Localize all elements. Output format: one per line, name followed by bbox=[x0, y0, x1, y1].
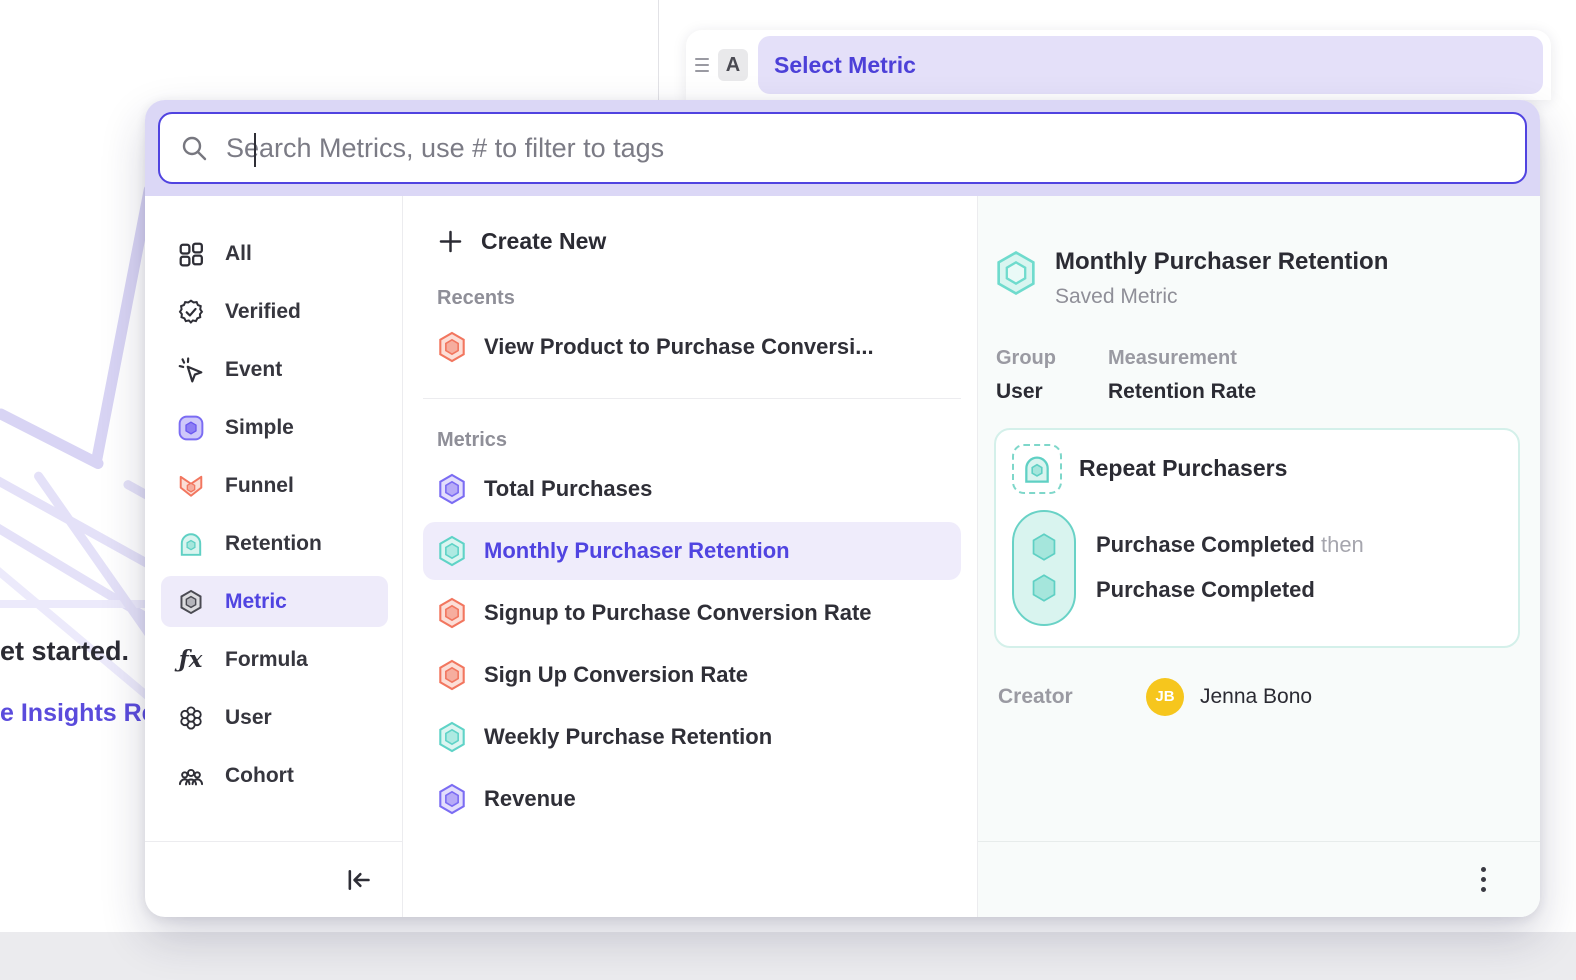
metric-details-panel: Monthly Purchaser Retention Saved Metric… bbox=[978, 196, 1540, 917]
teal-metric-icon bbox=[437, 535, 467, 567]
metric-item-revenue[interactable]: Revenue bbox=[423, 770, 961, 828]
sidebar-item-label: Cohort bbox=[225, 764, 294, 788]
salmon-metric-icon bbox=[437, 597, 467, 629]
definition-card: Repeat Purchasers bbox=[994, 428, 1520, 648]
sidebar-item-retention[interactable]: Retention bbox=[161, 518, 388, 569]
series-letter-chip[interactable]: A bbox=[718, 49, 748, 81]
sidebar-item-label: Funnel bbox=[225, 474, 294, 498]
formula-fx-icon: ƒx bbox=[177, 646, 204, 673]
funnel-hexagon-icon bbox=[177, 472, 204, 499]
definition-step: Purchase Completed then bbox=[1096, 532, 1364, 558]
sidebar-item-verified[interactable]: Verified bbox=[161, 286, 388, 337]
sidebar-item-all[interactable]: All bbox=[161, 228, 388, 279]
purple-metric-icon bbox=[437, 473, 467, 505]
cohort-people-icon bbox=[177, 762, 204, 789]
metric-item-signup-to-purchase[interactable]: Signup to Purchase Conversion Rate bbox=[423, 584, 961, 642]
sidebar-item-cohort[interactable]: Cohort bbox=[161, 750, 388, 801]
metric-item-label: Total Purchases bbox=[484, 476, 652, 502]
sidebar-item-label: All bbox=[225, 242, 252, 266]
sidebar-item-label: Simple bbox=[225, 416, 294, 440]
recents-heading: Recents bbox=[437, 287, 961, 310]
chart-illustration-line bbox=[0, 407, 105, 471]
sidebar-item-funnel[interactable]: Funnel bbox=[161, 460, 388, 511]
sidebar-item-metric[interactable]: Metric bbox=[161, 576, 388, 627]
property-value: User bbox=[996, 380, 1086, 404]
creator-avatar: JB bbox=[1146, 678, 1184, 716]
definition-step: Purchase Completed bbox=[1096, 577, 1364, 603]
sidebar-item-label: Event bbox=[225, 358, 282, 382]
retention-definition-icon bbox=[1012, 444, 1062, 494]
metric-item-label: Sign Up Conversion Rate bbox=[484, 662, 748, 688]
retention-arch-icon bbox=[177, 530, 204, 557]
event-capsule bbox=[1012, 510, 1076, 626]
sidebar-item-label: User bbox=[225, 706, 272, 730]
property-label: Measurement bbox=[1108, 347, 1256, 370]
sidebar-item-label: Verified bbox=[225, 300, 301, 324]
metric-item-label: View Product to Purchase Conversi... bbox=[484, 334, 874, 360]
plus-icon bbox=[437, 228, 464, 255]
metric-item-monthly-purchaser-retention[interactable]: Monthly Purchaser Retention bbox=[423, 522, 961, 580]
search-input[interactable] bbox=[226, 133, 1505, 164]
teal-metric-icon bbox=[437, 721, 467, 753]
creator-name: Jenna Bono bbox=[1200, 685, 1312, 709]
metric-item-sign-up-conversion[interactable]: Sign Up Conversion Rate bbox=[423, 646, 961, 704]
metric-item-label: Revenue bbox=[484, 786, 576, 812]
cursor-click-icon bbox=[177, 356, 204, 383]
metric-hexagon-icon bbox=[177, 588, 204, 615]
metric-list: Create New Recents View Product to Purch… bbox=[403, 196, 978, 917]
sidebar-footer bbox=[145, 841, 402, 917]
sidebar-item-label: Metric bbox=[225, 590, 287, 614]
select-metric-button[interactable]: Select Metric bbox=[758, 36, 1543, 94]
user-cluster-icon bbox=[177, 704, 204, 731]
verified-badge-icon bbox=[177, 298, 204, 325]
metric-item-label: Weekly Purchase Retention bbox=[484, 724, 772, 750]
metric-row-card: A Select Metric bbox=[686, 30, 1551, 100]
sidebar-item-user[interactable]: User bbox=[161, 692, 388, 743]
drag-handle-icon[interactable] bbox=[690, 58, 714, 72]
background-bottom-band bbox=[0, 932, 1576, 980]
details-footer bbox=[978, 841, 1540, 917]
collapse-left-icon[interactable] bbox=[344, 866, 372, 894]
sidebar-item-label: Retention bbox=[225, 532, 322, 556]
create-new-label: Create New bbox=[481, 228, 606, 255]
details-subtitle: Saved Metric bbox=[1055, 285, 1388, 309]
category-sidebar: All Verified bbox=[145, 196, 403, 917]
background-headline-fragment: et started. bbox=[0, 636, 129, 667]
sidebar-item-simple[interactable]: Simple bbox=[161, 402, 388, 453]
funnel-metric-icon bbox=[437, 331, 467, 363]
definition-name: Repeat Purchasers bbox=[1079, 455, 1287, 482]
search-section bbox=[145, 100, 1540, 196]
metric-picker-dropdown: All Verified bbox=[145, 100, 1540, 917]
metric-item-total-purchases[interactable]: Total Purchases bbox=[423, 460, 961, 518]
event-hexagon-icon bbox=[1029, 572, 1059, 604]
insights-report-link-fragment[interactable]: e Insights Re bbox=[0, 699, 156, 728]
details-properties: Group User Measurement Retention Rate bbox=[996, 347, 1520, 404]
metric-item-weekly-purchase-retention[interactable]: Weekly Purchase Retention bbox=[423, 708, 961, 766]
text-caret bbox=[254, 133, 256, 167]
search-box[interactable] bbox=[158, 112, 1527, 184]
metrics-heading: Metrics bbox=[437, 429, 961, 452]
list-divider bbox=[423, 398, 961, 399]
details-title: Monthly Purchaser Retention bbox=[1055, 248, 1388, 277]
more-options-icon[interactable] bbox=[1475, 861, 1492, 898]
saved-metric-hexagon-icon bbox=[994, 250, 1038, 296]
metric-item-label: Signup to Purchase Conversion Rate bbox=[484, 600, 872, 626]
sidebar-item-formula[interactable]: ƒx Formula bbox=[161, 634, 388, 685]
metric-item-label: Monthly Purchaser Retention bbox=[484, 538, 790, 564]
property-value: Retention Rate bbox=[1108, 380, 1256, 404]
event-hexagon-icon bbox=[1029, 531, 1059, 563]
creator-row: Creator JB Jenna Bono bbox=[998, 678, 1520, 716]
sidebar-item-event[interactable]: Event bbox=[161, 344, 388, 395]
salmon-metric-icon bbox=[437, 659, 467, 691]
sidebar-item-label: Formula bbox=[225, 648, 308, 672]
purple-metric-icon bbox=[437, 783, 467, 815]
grid-icon bbox=[177, 240, 204, 267]
create-new-button[interactable]: Create New bbox=[423, 226, 961, 257]
background-column-divider bbox=[658, 0, 659, 110]
property-label: Group bbox=[996, 347, 1086, 370]
creator-label: Creator bbox=[998, 685, 1146, 709]
search-icon bbox=[180, 134, 208, 162]
recent-metric-item[interactable]: View Product to Purchase Conversi... bbox=[423, 318, 961, 376]
simple-hexagon-icon bbox=[177, 414, 204, 441]
